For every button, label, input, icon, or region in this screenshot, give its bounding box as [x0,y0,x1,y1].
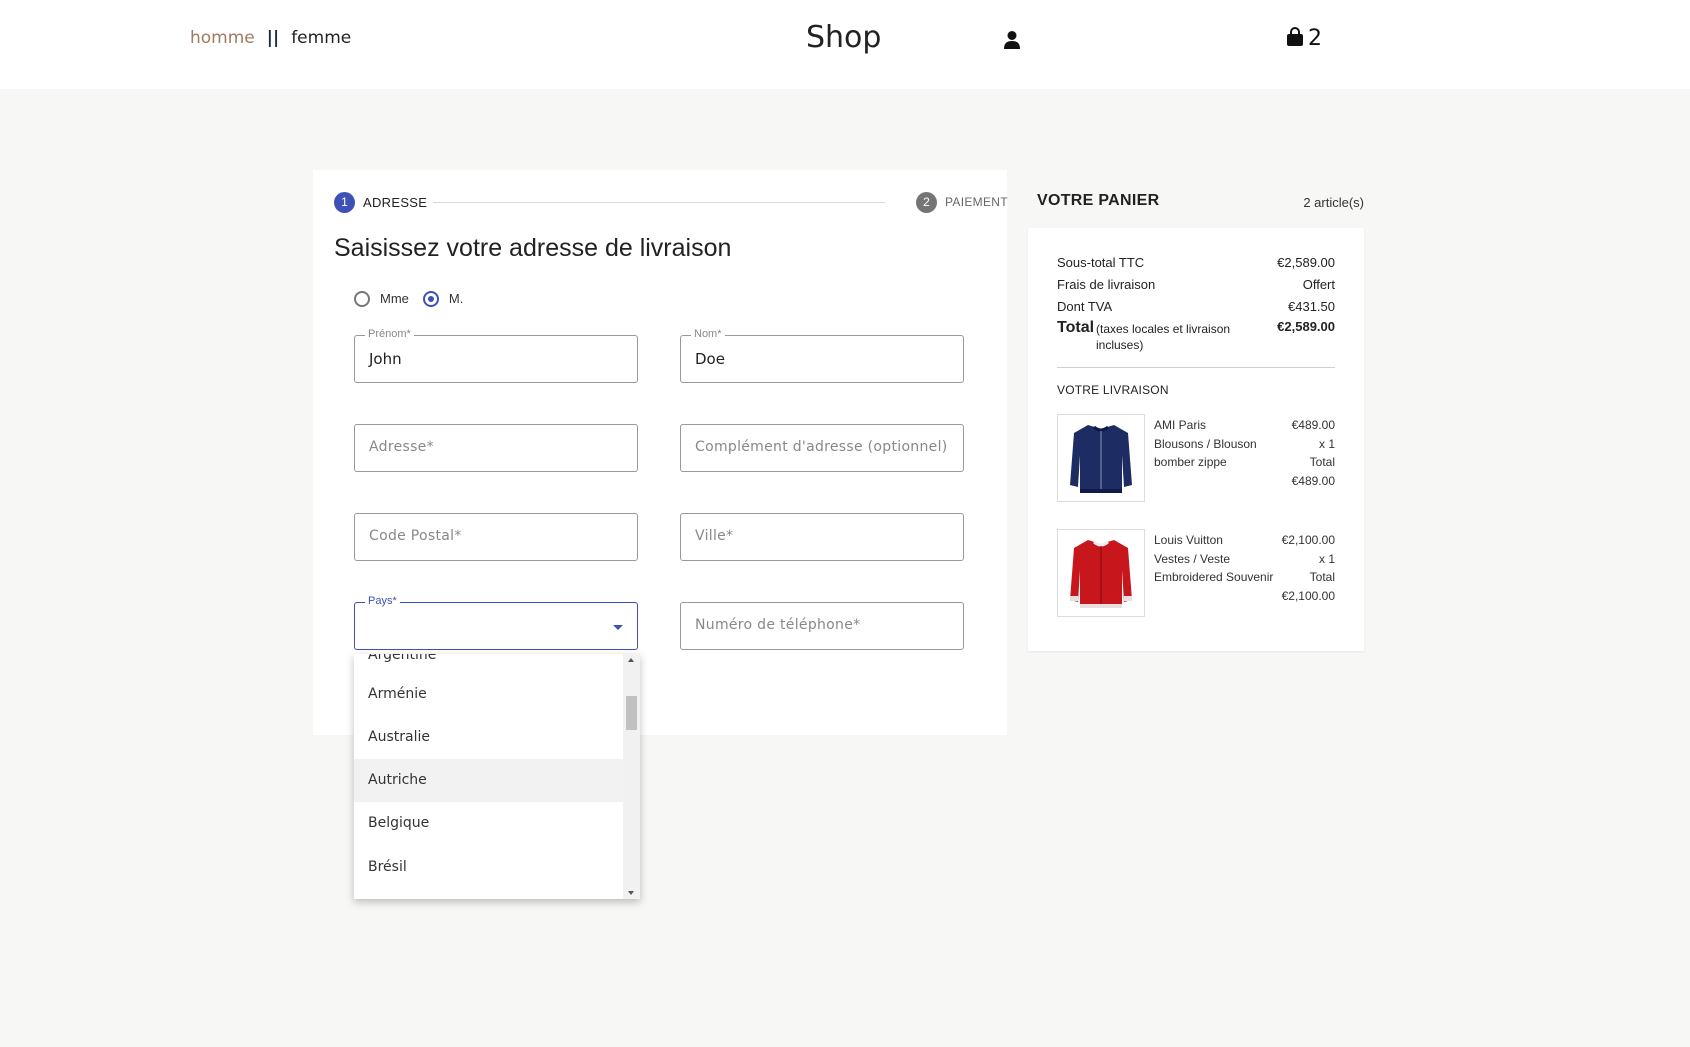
bomber-jacket-icon [1070,425,1132,493]
radio-mme[interactable] [354,290,370,307]
radio-m[interactable] [422,290,439,307]
product-qty: x 1 [1318,551,1335,566]
product-pricing: €2,100.00 x 1 Total €2,100.00 [1282,531,1335,605]
product-thumbnail[interactable] [1057,414,1145,502]
prenom-label: Prénom* [365,328,414,340]
shipping-row: Frais de livraison Offert [1057,277,1335,292]
telephone-placeholder: Numéro de téléphone* [695,617,861,633]
cart-button[interactable]: 2 [1286,26,1322,51]
pays-select[interactable]: Pays* [354,595,638,650]
product-brand: AMI Paris [1154,418,1207,432]
nav-link-homme[interactable]: homme [190,28,255,48]
country-option[interactable]: Arménie [354,673,623,716]
complement-placeholder: Complément d'adresse (optionnel) [695,439,948,455]
ville-placeholder: Ville* [695,528,734,544]
adresse-placeholder: Adresse* [369,439,434,455]
shipping-label: Frais de livraison [1057,277,1156,292]
subtotal-row: Sous-total TTC €2,589.00 [1057,255,1335,270]
product-name: Embroidered Souvenir [1154,570,1274,584]
nav-link-femme[interactable]: femme [291,28,351,48]
country-option[interactable]: Australie [354,716,623,759]
chevron-down-icon[interactable] [613,625,623,630]
shop-logo[interactable]: Shop [806,20,881,55]
total-label: Total [1057,319,1095,336]
site-header: homme || femme Shop 2 [0,0,1690,89]
radio-mme-label: Mme [380,291,409,307]
form-title: Saisissez votre adresse de livraison [334,234,732,262]
product-total: €2,100.00 [1281,588,1335,603]
nav-separator: || [266,28,280,48]
subtotal-value: €2,589.00 [1277,255,1335,270]
product-total-label: Total [1309,570,1335,584]
telephone-field[interactable]: Numéro de téléphone* [680,602,964,650]
product-category: Vestes / Veste [1154,551,1231,566]
scroll-up-arrow-icon[interactable] [628,658,634,662]
shipping-section-title: VOTRE LIVRAISON [1057,383,1169,397]
product-thumbnail[interactable] [1057,529,1145,617]
code-postal-placeholder: Code Postal* [369,528,462,544]
order-summary-card: Sous-total TTC €2,589.00 Frais de livrai… [1028,228,1364,651]
step-2-label: PAIEMENT [945,195,1008,209]
product-qty: x 1 [1318,436,1335,451]
shopping-bag-icon [1286,26,1308,51]
summary-divider [1057,367,1335,368]
total-row: Total (taxes locales et livraison inclus… [1057,319,1335,353]
address-form-panel: 1 ADRESSE 2 PAIEMENT Saisissez votre adr… [313,170,1008,735]
product-brand: Louis Vuitton [1154,533,1223,547]
nom-value: Doe [695,350,725,368]
step-1-indicator: 1 [334,192,355,213]
checkout-stepper: 1 ADRESSE 2 PAIEMENT [334,192,1008,214]
gender-nav: homme || femme [190,28,351,48]
nom-field[interactable]: Nom* Doe [680,328,964,383]
country-option[interactable]: Belgique [354,802,623,845]
total-note: (taxes locales et livraison incluses) [1096,322,1231,352]
total-value: €2,589.00 [1277,319,1335,334]
stepper-connector [433,202,885,203]
product-name: bomber zippe [1154,455,1227,469]
step-2-indicator: 2 [916,192,937,213]
adresse-field[interactable]: Adresse* [354,424,638,472]
product-details: AMI Paris Blousons / Blouson bomber zipp… [1154,416,1257,472]
cart-count: 2 [1308,26,1322,51]
country-dropdown-menu: Argentine Arménie Australie Autriche Bel… [354,654,640,899]
salutation-radio-group: Mme M. [354,290,477,307]
prenom-field[interactable]: Prénom* John [354,328,638,383]
cart-title: VOTRE PANIER [1037,192,1160,209]
scrollbar-thumb[interactable] [626,696,637,730]
step-1-label: ADRESSE [363,195,428,210]
country-option-hovered[interactable]: Autriche [354,759,623,802]
complement-field[interactable]: Complément d'adresse (optionnel) [680,424,964,472]
user-icon[interactable] [1003,30,1021,50]
nom-label: Nom* [691,328,725,340]
souvenir-jacket-icon [1070,540,1132,608]
product-pricing: €489.00 x 1 Total €489.00 [1292,416,1335,490]
pays-label: Pays* [365,595,400,607]
country-option[interactable]: Brésil [354,846,623,889]
vat-value: €431.50 [1288,299,1335,314]
code-postal-field[interactable]: Code Postal* [354,513,638,561]
cart-item-count: 2 article(s) [1303,195,1364,210]
radio-m-label: M. [448,291,464,307]
ville-field[interactable]: Ville* [680,513,964,561]
product-total: €489.00 [1291,473,1335,488]
product-details: Louis Vuitton Vestes / Veste Embroidered… [1154,531,1273,587]
product-category: Blousons / Blouson [1154,436,1257,451]
product-price: €489.00 [1291,418,1335,432]
scroll-down-arrow-icon[interactable] [628,891,634,895]
shipping-value: Offert [1302,277,1335,292]
cart-line-item: Louis Vuitton Vestes / Veste Embroidered… [1057,529,1335,619]
vat-row: Dont TVA €431.50 [1057,299,1335,314]
product-price: €2,100.00 [1281,533,1335,547]
subtotal-label: Sous-total TTC [1057,255,1145,270]
dropdown-scrollbar[interactable] [623,654,640,899]
product-total-label: Total [1309,455,1335,469]
vat-label: Dont TVA [1057,299,1113,314]
prenom-value: John [369,350,402,368]
cart-line-item: AMI Paris Blousons / Blouson bomber zipp… [1057,414,1335,504]
